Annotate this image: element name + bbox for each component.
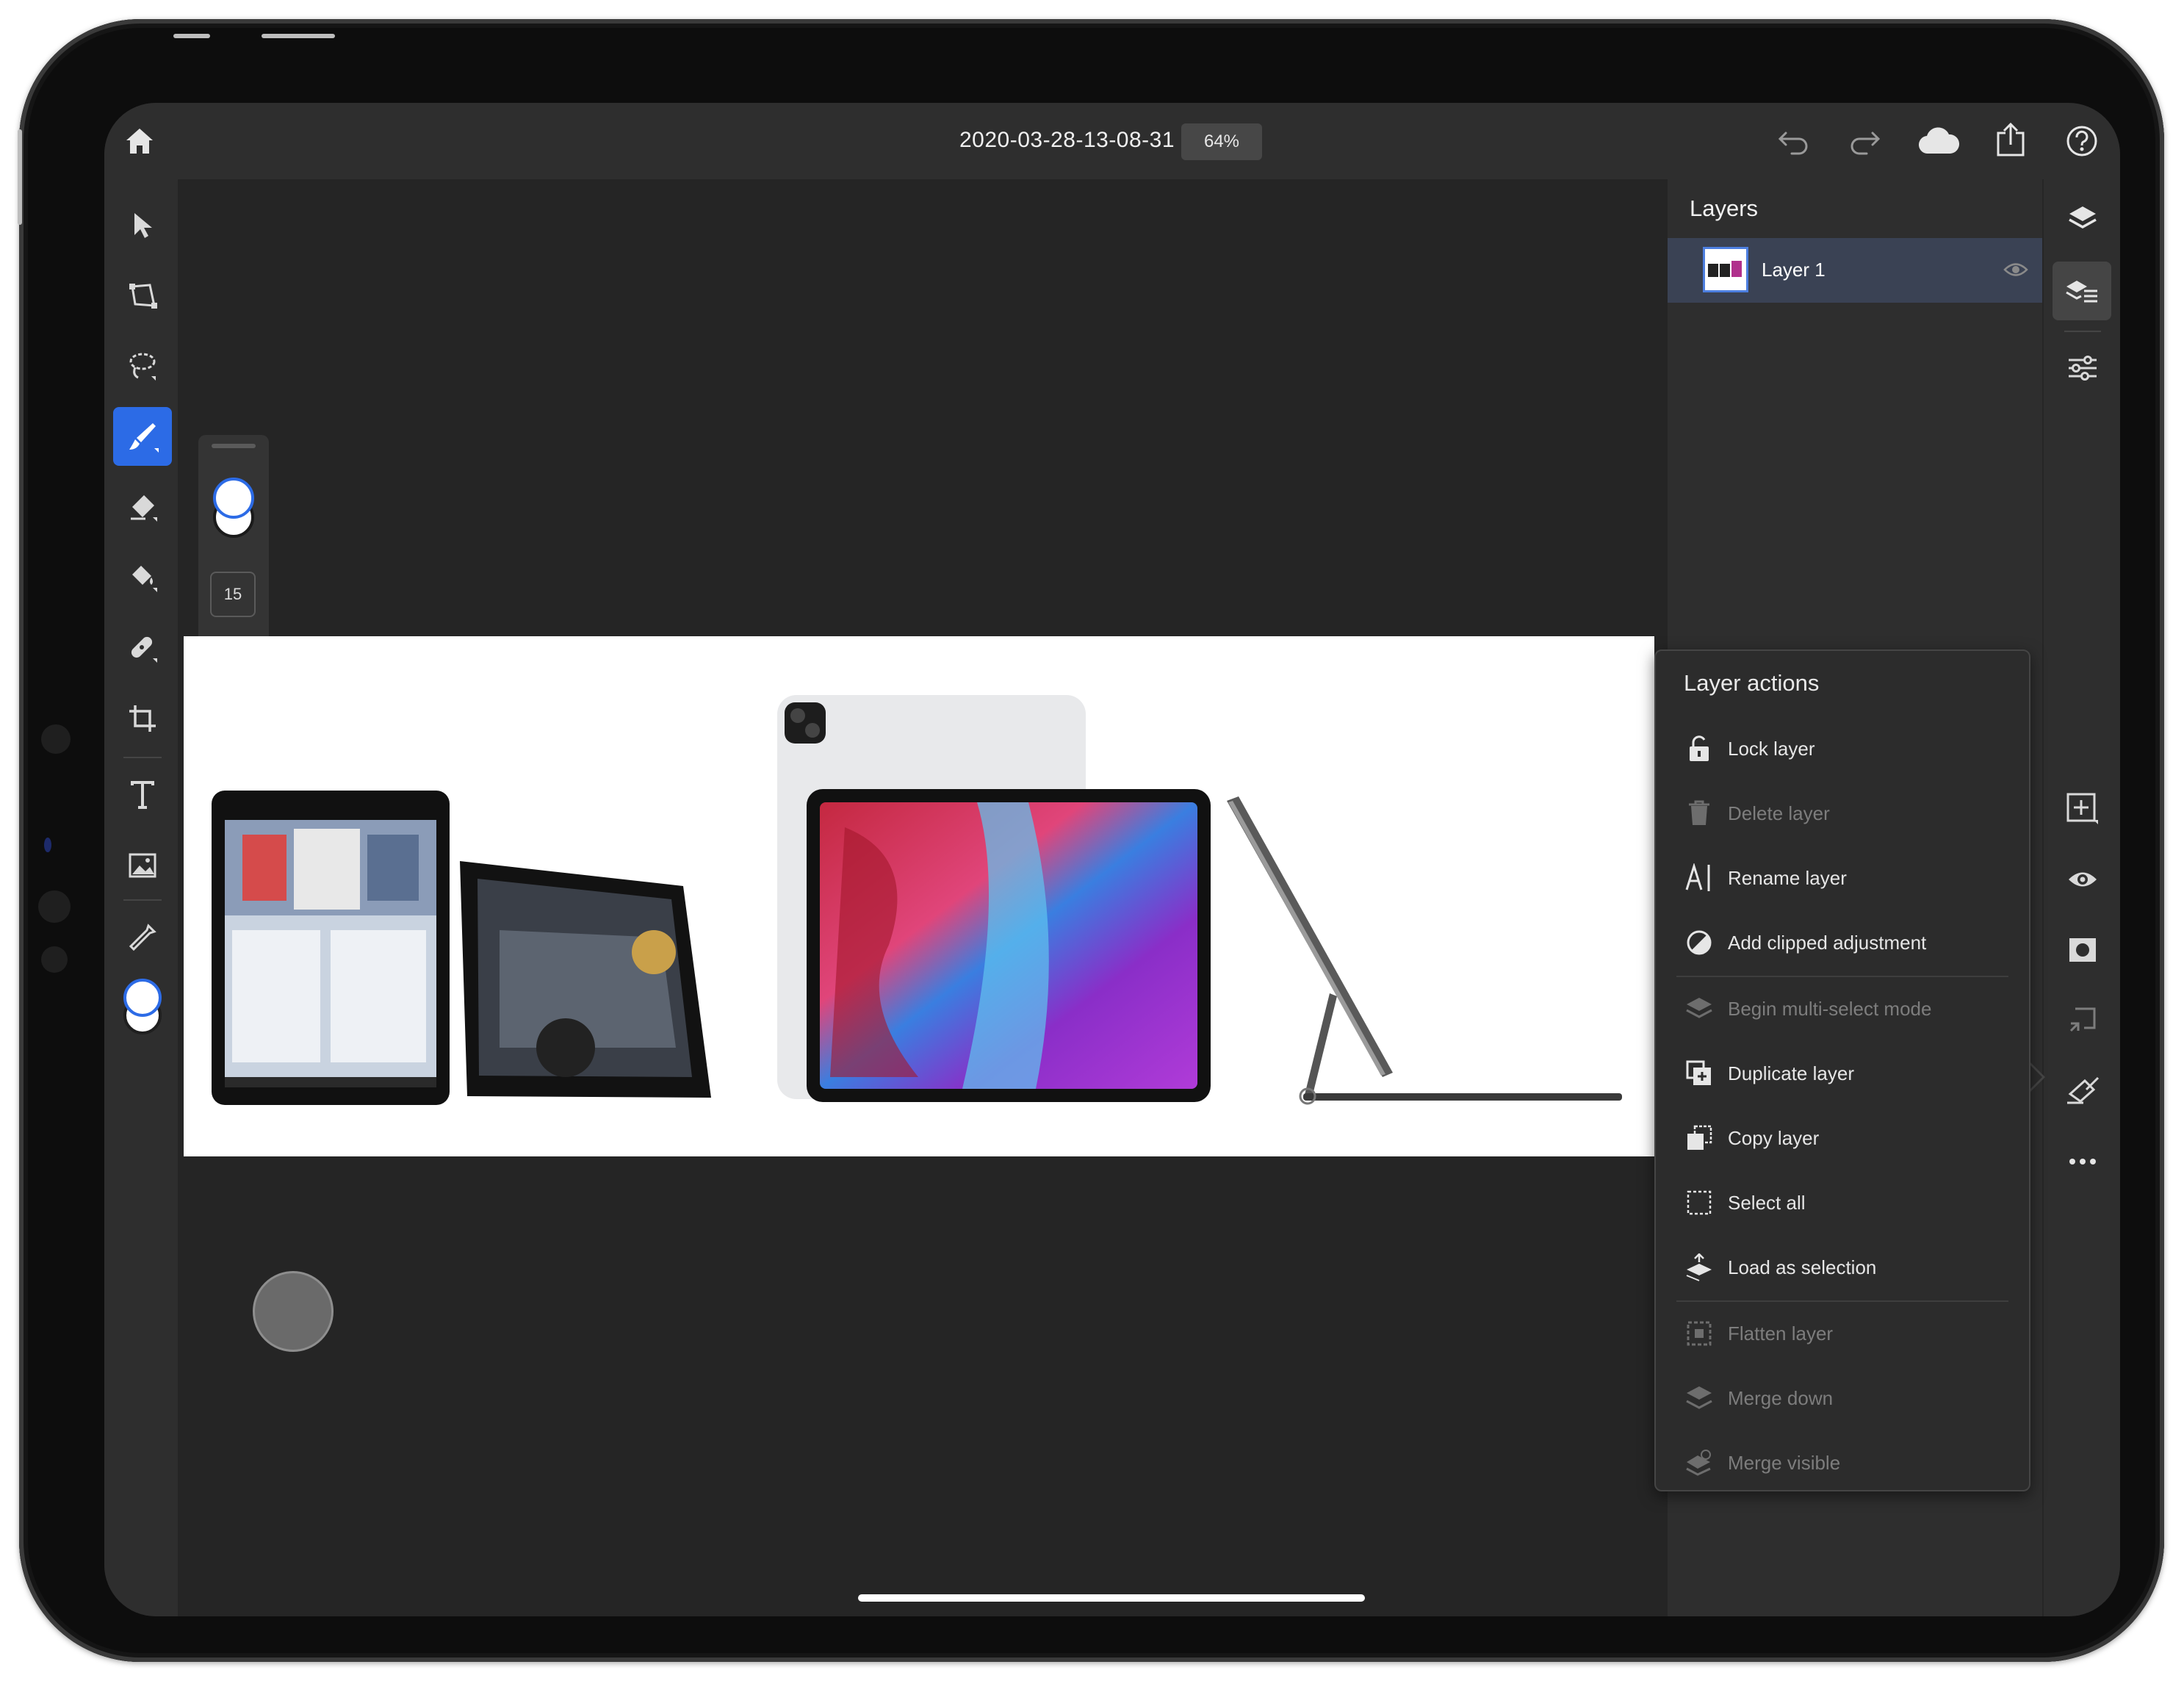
undo-icon[interactable]	[1773, 122, 1813, 162]
menu-item-add-clipped-adjustment[interactable]: Add clipped adjustment	[1656, 911, 2029, 974]
healing-bandage-icon[interactable]	[113, 619, 172, 677]
ipad-photo-1	[212, 791, 450, 1105]
menu-item-label: Rename layer	[1728, 867, 1847, 889]
move-tool-arrow-icon[interactable]	[113, 195, 172, 254]
duplicate-icon	[1684, 1058, 1715, 1089]
load-selection-icon	[1684, 1252, 1715, 1283]
camera-dot	[44, 838, 51, 852]
eraser-tool-icon[interactable]	[113, 478, 172, 536]
text-tool-icon[interactable]	[113, 766, 172, 824]
top-bar: 2020-03-28-13-08-31 64%	[104, 103, 2120, 179]
menu-item-select-all[interactable]: Select all	[1656, 1171, 2029, 1234]
transform-tool-icon[interactable]	[113, 266, 172, 325]
right-properties-bar	[2042, 179, 2120, 1616]
touch-shortcut-button[interactable]	[253, 1271, 334, 1352]
ipad-photo-2	[460, 861, 711, 1098]
help-icon[interactable]	[2061, 120, 2102, 162]
menu-item-label: Duplicate layer	[1728, 1062, 1854, 1084]
layer-properties-icon[interactable]	[2053, 262, 2111, 320]
layer-row[interactable]: Layer 1	[1668, 238, 2042, 303]
menu-item-load-as-selection[interactable]: Load as selection	[1656, 1236, 2029, 1299]
place-image-icon[interactable]	[113, 836, 172, 895]
blend-eraser-icon[interactable]	[2054, 1062, 2111, 1120]
menu-item-merge-visible[interactable]: Merge visible	[1656, 1431, 2029, 1494]
document-title[interactable]: 2020-03-28-13-08-31	[959, 128, 1175, 153]
menu-item-rename-layer[interactable]: Rename layer	[1656, 846, 2029, 910]
redo-icon[interactable]	[1845, 122, 1885, 162]
brush-size-field[interactable]: 15	[210, 572, 256, 617]
device-button	[173, 34, 210, 38]
adjustments-sliders-icon[interactable]	[2054, 339, 2111, 397]
menu-item-flatten-layer[interactable]: Flatten layer	[1656, 1302, 2029, 1365]
menu-item-label: Lock layer	[1728, 738, 1815, 760]
layers-panel-title: Layers	[1690, 195, 1759, 221]
add-layer-icon[interactable]	[2054, 780, 2111, 838]
panel-drag-handle[interactable]	[212, 444, 256, 448]
menu-item-duplicate-layer[interactable]: Duplicate layer	[1656, 1042, 2029, 1105]
brush-color-swatch-icon[interactable]	[209, 472, 259, 542]
bar-divider	[2064, 331, 2101, 332]
home-indicator[interactable]	[858, 1594, 1365, 1602]
sensor-dot	[41, 724, 71, 754]
ipad-pro-front-photo	[807, 789, 1211, 1102]
clip-to-below-icon[interactable]	[2054, 992, 2111, 1049]
menu-item-label: Delete layer	[1728, 802, 1830, 824]
brush-tool-icon[interactable]	[113, 407, 172, 466]
layer-mask-icon[interactable]	[2054, 921, 2111, 979]
rename-icon	[1684, 863, 1715, 893]
cloud-icon[interactable]	[1916, 120, 1961, 162]
lasso-tool-icon[interactable]	[113, 336, 172, 395]
canvas-image[interactable]	[184, 636, 1654, 1156]
share-icon[interactable]	[1989, 118, 2032, 162]
layer-thumbnail	[1703, 247, 1748, 292]
device-button	[18, 129, 22, 225]
menu-item-label: Copy layer	[1728, 1127, 1820, 1149]
app-screen: 2020-03-28-13-08-31 64% 15 Layers Layer …	[104, 103, 2120, 1616]
left-toolbar	[104, 179, 178, 1616]
menu-item-copy-layer[interactable]: Copy layer	[1656, 1106, 2029, 1170]
copy-icon	[1684, 1123, 1715, 1153]
merge-visible-icon	[1684, 1447, 1715, 1478]
color-swatch-icon[interactable]	[119, 973, 166, 1039]
lock-icon	[1684, 733, 1715, 764]
zoom-level[interactable]: 64%	[1181, 123, 1262, 160]
layers-icon[interactable]	[2054, 190, 2111, 247]
merge-down-icon	[1684, 1383, 1715, 1414]
toolbar-divider	[123, 757, 162, 758]
ipad-device-frame: 2020-03-28-13-08-31 64% 15 Layers Layer …	[18, 19, 2164, 1662]
menu-item-label: Load as selection	[1728, 1256, 1877, 1278]
flatten-icon	[1684, 1318, 1715, 1349]
visibility-toggle-icon[interactable]	[2054, 851, 2111, 908]
menu-item-label: Add clipped adjustment	[1728, 932, 1927, 954]
toolbar-divider	[123, 899, 162, 901]
menu-item-label: Begin multi-select mode	[1728, 998, 1932, 1020]
layers-stack-icon	[1684, 993, 1715, 1024]
menu-item-lock-layer[interactable]: Lock layer	[1656, 717, 2029, 780]
adjustment-icon	[1684, 927, 1715, 958]
layer-name: Layer 1	[1762, 259, 1826, 281]
home-icon[interactable]	[119, 120, 160, 162]
menu-title: Layer actions	[1684, 670, 1820, 696]
trash-icon	[1684, 798, 1715, 829]
sensor-dot	[41, 946, 68, 973]
menu-item-label: Select all	[1728, 1192, 1806, 1214]
visibility-eye-icon[interactable]	[2003, 259, 2029, 281]
menu-item-label: Merge visible	[1728, 1452, 1841, 1474]
device-button	[262, 34, 335, 38]
keyboard-stand-photo	[1227, 796, 1622, 1105]
menu-item-begin-multi-select[interactable]: Begin multi-select mode	[1656, 977, 2029, 1040]
menu-item-delete-layer[interactable]: Delete layer	[1656, 782, 2029, 845]
paint-bucket-icon[interactable]	[113, 548, 172, 607]
eyedropper-icon[interactable]	[113, 908, 172, 967]
layer-actions-menu: Layer actions Lock layer Delete layer Re…	[1654, 649, 2030, 1491]
menu-item-merge-down[interactable]: Merge down	[1656, 1367, 2029, 1430]
crop-tool-icon[interactable]	[113, 689, 172, 748]
sensor-dot	[38, 890, 71, 923]
menu-item-label: Flatten layer	[1728, 1322, 1834, 1345]
menu-item-label: Merge down	[1728, 1387, 1834, 1409]
select-all-icon	[1684, 1187, 1715, 1218]
more-actions-icon[interactable]	[2054, 1133, 2111, 1190]
